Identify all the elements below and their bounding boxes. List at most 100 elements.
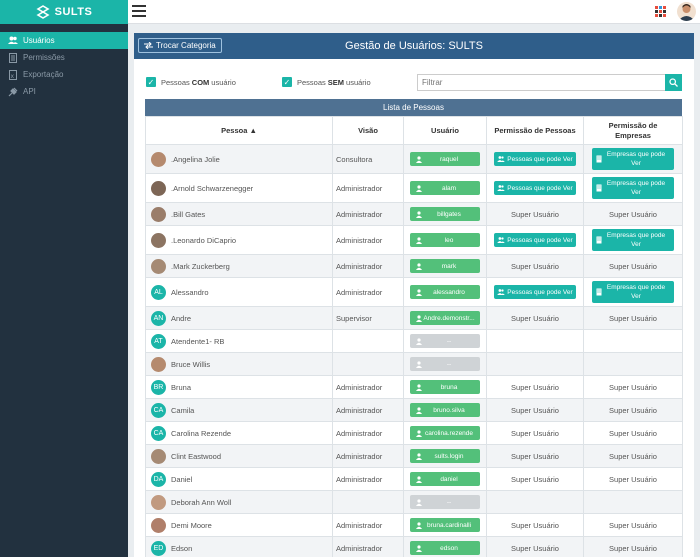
people-permission-button[interactable]: Pessoas que pode Ver — [494, 152, 576, 166]
user-button[interactable]: -- — [410, 495, 480, 509]
sidebar-item-usuarios[interactable]: Usuários — [0, 32, 128, 49]
column-header-pessoa[interactable]: Pessoa ▲ — [145, 116, 333, 145]
user-button[interactable]: leo — [410, 233, 480, 247]
super-user-text: Super Usuário — [609, 405, 657, 415]
apps-grid-icon[interactable] — [655, 6, 666, 17]
super-user-text: Super Usuário — [511, 520, 559, 530]
cell-pessoa: .Leonardo DiCaprio — [145, 225, 333, 255]
cell-usuario: edson — [403, 536, 487, 557]
person-name[interactable]: Andre — [171, 314, 191, 323]
filter-input[interactable] — [417, 74, 666, 91]
cell-pessoa: BR Bruna — [145, 375, 333, 399]
checkmark-icon: ✓ — [282, 77, 292, 87]
people-permission-button[interactable]: Pessoas que pode Ver — [494, 285, 576, 299]
sidebar-item-api[interactable]: API — [0, 83, 128, 100]
user-button[interactable]: alam — [410, 181, 480, 195]
hamburger-menu-icon[interactable] — [132, 5, 146, 18]
cell-pessoa: CA Carolina Rezende — [145, 421, 333, 445]
user-button-label: carolina.rezende — [424, 429, 474, 437]
sidebar-menu: Usuários Permissões x Exportação API — [0, 32, 128, 100]
user-avatar[interactable] — [677, 2, 696, 21]
person-name[interactable]: Bruce Willis — [171, 360, 210, 369]
column-header-visao: Visão — [332, 116, 404, 145]
sidebar-item-exportacao[interactable]: x Exportação — [0, 66, 128, 83]
sidebar-item-permissoes[interactable]: Permissões — [0, 49, 128, 66]
app-logo[interactable]: SULTS — [0, 0, 128, 24]
cell-visao: Administrador — [332, 225, 404, 255]
sults-logo-icon — [36, 5, 50, 19]
user-button[interactable]: bruna.cardinalli — [410, 518, 480, 532]
companies-permission-button[interactable]: Empresas que pode Ver — [592, 281, 674, 303]
search-icon — [669, 78, 678, 87]
cell-perm-empresas: Empresas que pode Ver — [583, 173, 683, 203]
user-button[interactable]: Andre.demonstr... — [410, 311, 480, 325]
companies-permission-label: Empresas que pode Ver — [606, 232, 666, 248]
avatar-photo — [151, 517, 166, 533]
people-permission-label: Pessoas que pode Ver — [507, 155, 573, 163]
filters-bar: ✓ Pessoas COM usuário ✓ Pessoas SEM usuá… — [145, 74, 685, 94]
person-name[interactable]: Daniel — [171, 475, 192, 484]
checkmark-icon: ✓ — [146, 77, 156, 87]
user-button[interactable]: daniel — [410, 472, 480, 486]
person-name[interactable]: Bruna — [171, 383, 191, 392]
column-header-perm-pessoas: Permissão de Pessoas — [486, 116, 584, 145]
avatar-photo — [151, 494, 166, 510]
person-name[interactable]: Clint Eastwood — [171, 452, 221, 461]
cell-visao: Administrador — [332, 421, 404, 445]
avatar-initials: ED — [151, 540, 166, 556]
person-name[interactable]: Atendente1- RB — [171, 337, 224, 346]
table-caption: Lista de Pessoas — [145, 99, 682, 116]
cell-perm-pessoas: Super Usuário — [486, 421, 584, 445]
person-name[interactable]: Alessandro — [171, 288, 209, 297]
cell-perm-empresas: Super Usuário — [583, 375, 683, 399]
person-name[interactable]: Deborah Ann Woll — [171, 498, 231, 507]
person-name[interactable]: .Mark Zuckerberg — [171, 262, 230, 271]
user-button[interactable]: billgates — [410, 207, 480, 221]
super-user-text: Super Usuário — [511, 261, 559, 271]
person-name[interactable]: .Arnold Schwarzenegger — [171, 184, 253, 193]
person-name[interactable]: Edson — [171, 544, 192, 553]
with-user-checkbox[interactable]: ✓ Pessoas COM usuário — [146, 77, 236, 87]
user-button[interactable]: carolina.rezende — [410, 426, 480, 440]
user-button[interactable]: raquel — [410, 152, 480, 166]
without-user-checkbox[interactable]: ✓ Pessoas SEM usuário — [282, 77, 371, 87]
cell-perm-pessoas: Super Usuário — [486, 513, 584, 537]
people-permission-button[interactable]: Pessoas que pode Ver — [494, 181, 576, 195]
user-button[interactable]: alessandro — [410, 285, 480, 299]
user-button[interactable]: -- — [410, 357, 480, 371]
user-button[interactable]: -- — [410, 334, 480, 348]
companies-permission-button[interactable]: Empresas que pode Ver — [592, 148, 674, 170]
user-button[interactable]: sults.login — [410, 449, 480, 463]
person-name[interactable]: .Bill Gates — [171, 210, 205, 219]
user-button[interactable]: bruno.silva — [410, 403, 480, 417]
cell-usuario: billgates — [403, 202, 487, 226]
people-permission-button[interactable]: Pessoas que pode Ver — [494, 233, 576, 247]
sidebar-item-label: Exportação — [23, 70, 64, 79]
companies-permission-button[interactable]: Empresas que pode Ver — [592, 229, 674, 251]
search-button[interactable] — [665, 74, 682, 91]
super-user-text: Super Usuário — [511, 209, 559, 219]
cell-perm-empresas: Super Usuário — [583, 421, 683, 445]
sidebar-item-label: API — [23, 87, 36, 96]
person-name[interactable]: Carolina Rezende — [171, 429, 231, 438]
cell-pessoa: .Angelina Jolie — [145, 144, 333, 174]
super-user-text: Super Usuário — [511, 428, 559, 438]
person-name[interactable]: .Angelina Jolie — [171, 155, 220, 164]
companies-permission-label: Empresas que pode Ver — [606, 180, 666, 196]
super-user-text: Super Usuário — [609, 474, 657, 484]
person-name[interactable]: .Leonardo DiCaprio — [171, 236, 236, 245]
user-button[interactable]: mark — [410, 259, 480, 273]
companies-permission-button[interactable]: Empresas que pode Ver — [592, 177, 674, 199]
user-button[interactable]: edson — [410, 541, 480, 555]
avatar-initials: CA — [151, 402, 166, 418]
cell-pessoa: AT Atendente1- RB — [145, 329, 333, 353]
cell-perm-pessoas: Pessoas que pode Ver — [486, 225, 584, 255]
cell-perm-empresas — [583, 352, 683, 376]
cell-pessoa: .Arnold Schwarzenegger — [145, 173, 333, 203]
cell-perm-pessoas: Super Usuário — [486, 536, 584, 557]
cell-usuario: -- — [403, 352, 487, 376]
avatar-initials: CA — [151, 425, 166, 441]
user-button[interactable]: bruna — [410, 380, 480, 394]
person-name[interactable]: Demi Moore — [171, 521, 212, 530]
person-name[interactable]: Camila — [171, 406, 194, 415]
